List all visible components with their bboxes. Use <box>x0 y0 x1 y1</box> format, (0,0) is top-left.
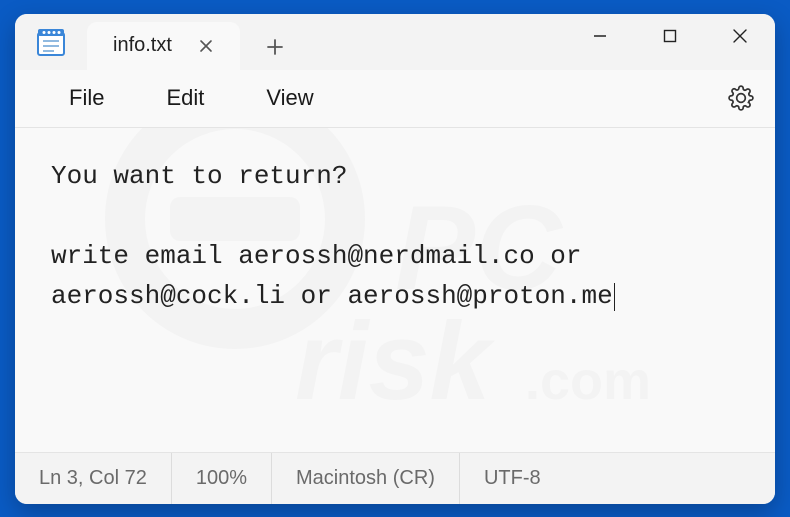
gear-icon <box>728 85 754 111</box>
notepad-window: PC risk .com info.txt <box>15 14 775 504</box>
text-cursor <box>614 283 615 312</box>
statusbar: Ln 3, Col 72 100% Macintosh (CR) UTF-8 <box>15 452 775 504</box>
status-encoding[interactable]: UTF-8 <box>460 453 581 504</box>
new-tab-button[interactable] <box>252 24 298 70</box>
content-line-1: You want to return? <box>51 161 347 191</box>
window-controls <box>565 14 775 70</box>
tab-strip: info.txt <box>87 14 298 70</box>
minimize-button[interactable] <box>565 14 635 58</box>
titlebar: info.txt <box>15 14 775 70</box>
notepad-app-icon <box>15 14 87 70</box>
content-line-3: write email aerossh@nerdmail.co or aeros… <box>51 241 613 311</box>
status-cursor-position[interactable]: Ln 3, Col 72 <box>15 453 172 504</box>
close-window-button[interactable] <box>705 14 775 58</box>
menu-file[interactable]: File <box>47 77 126 119</box>
menubar: File Edit View <box>15 70 775 128</box>
tab-title: info.txt <box>113 34 172 57</box>
status-zoom[interactable]: 100% <box>172 453 272 504</box>
text-editor-area[interactable]: You want to return? write email aerossh@… <box>15 128 775 452</box>
menu-view[interactable]: View <box>244 77 335 119</box>
status-line-ending[interactable]: Macintosh (CR) <box>272 453 460 504</box>
close-tab-button[interactable] <box>194 34 218 58</box>
menu-edit[interactable]: Edit <box>144 77 226 119</box>
maximize-button[interactable] <box>635 14 705 58</box>
settings-button[interactable] <box>719 76 763 120</box>
tab-active[interactable]: info.txt <box>87 22 240 70</box>
